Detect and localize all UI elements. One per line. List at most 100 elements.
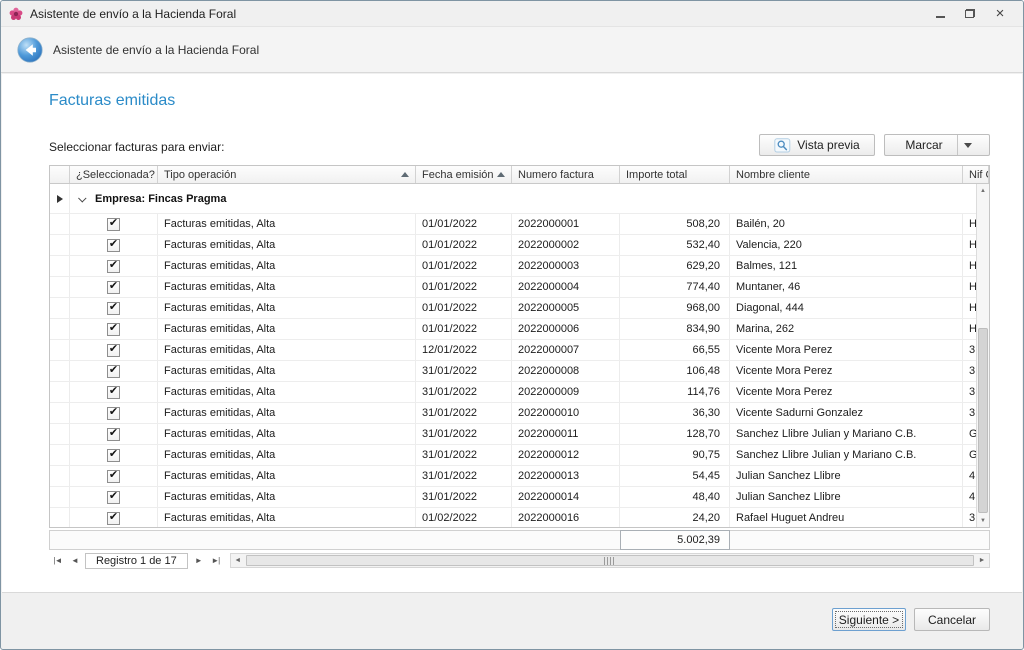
prev-record-button[interactable]: ◄	[66, 553, 83, 569]
collapse-chevron-icon[interactable]	[78, 194, 86, 202]
cell-importe-total: 968,00	[620, 298, 730, 318]
cell-nombre-cliente: Julian Sanchez Llibre	[730, 487, 963, 507]
table-row[interactable]: ✔ Facturas emitidas, Alta 01/01/2022 202…	[50, 235, 989, 256]
dialog-footer: Siguiente > Cancelar	[2, 592, 1022, 648]
table-row[interactable]: ✔ Facturas emitidas, Alta 31/01/2022 202…	[50, 445, 989, 466]
cell-nombre-cliente: Marina, 262	[730, 319, 963, 339]
row-checkbox[interactable]: ✔	[107, 323, 120, 336]
row-checkbox[interactable]: ✔	[107, 344, 120, 357]
column-header-seleccionada[interactable]: ¿Seleccionada?	[70, 166, 158, 183]
row-checkbox[interactable]: ✔	[107, 470, 120, 483]
cell-fecha-emision: 01/01/2022	[416, 214, 512, 234]
header-indicator-cell	[50, 166, 70, 183]
row-checkbox[interactable]: ✔	[107, 218, 120, 231]
horizontal-scroll-thumb[interactable]	[246, 555, 974, 566]
importe-total-sum: 5.002,39	[620, 530, 730, 550]
check-icon: ✔	[109, 365, 118, 376]
next-record-button[interactable]: ►	[190, 553, 207, 569]
last-record-button[interactable]: ►|	[207, 553, 224, 569]
column-header-numero-factura[interactable]: Numero factura	[512, 166, 620, 183]
cell-fecha-emision: 31/01/2022	[416, 487, 512, 507]
column-header-tipo-operacion[interactable]: Tipo operación	[158, 166, 416, 183]
table-row[interactable]: ✔ Facturas emitidas, Alta 01/02/2022 202…	[50, 508, 989, 528]
row-checkbox[interactable]: ✔	[107, 365, 120, 378]
table-row[interactable]: ✔ Facturas emitidas, Alta 01/01/2022 202…	[50, 256, 989, 277]
scroll-grip-icon	[604, 557, 615, 565]
cell-tipo-operacion: Facturas emitidas, Alta	[158, 487, 416, 507]
restore-button[interactable]	[955, 4, 985, 24]
next-button[interactable]: Siguiente >	[832, 608, 906, 631]
row-checkbox[interactable]: ✔	[107, 407, 120, 420]
vertical-scrollbar[interactable]: ▲ ▼	[976, 184, 989, 527]
column-header-importe-total[interactable]: Importe total	[620, 166, 730, 183]
check-icon: ✔	[109, 281, 118, 292]
table-row[interactable]: ✔ Facturas emitidas, Alta 01/01/2022 202…	[50, 277, 989, 298]
table-row[interactable]: ✔ Facturas emitidas, Alta 12/01/2022 202…	[50, 340, 989, 361]
row-indicator-cell	[50, 361, 70, 381]
page-title: Facturas emitidas	[49, 92, 175, 110]
first-record-button[interactable]: |◄	[49, 553, 66, 569]
mark-dropdown[interactable]	[957, 135, 979, 155]
table-row[interactable]: ✔ Facturas emitidas, Alta 31/01/2022 202…	[50, 424, 989, 445]
close-button[interactable]: ×	[985, 4, 1015, 24]
preview-button[interactable]: Vista previa	[759, 134, 875, 156]
cell-importe-total: 66,55	[620, 340, 730, 360]
check-icon: ✔	[109, 239, 118, 250]
cell-nombre-cliente: Sanchez Llibre Julian y Mariano C.B.	[730, 424, 963, 444]
cell-importe-total: 48,40	[620, 487, 730, 507]
table-row[interactable]: ✔ Facturas emitidas, Alta 01/01/2022 202…	[50, 298, 989, 319]
cell-tipo-operacion: Facturas emitidas, Alta	[158, 214, 416, 234]
check-icon: ✔	[109, 218, 118, 229]
row-checkbox[interactable]: ✔	[107, 512, 120, 525]
row-checkbox[interactable]: ✔	[107, 260, 120, 273]
row-checkbox[interactable]: ✔	[107, 386, 120, 399]
cell-numero-factura: 2022000007	[512, 340, 620, 360]
cell-numero-factura: 2022000001	[512, 214, 620, 234]
table-row[interactable]: ✔ Facturas emitidas, Alta 31/01/2022 202…	[50, 382, 989, 403]
restore-icon	[965, 9, 975, 18]
column-header-nif-cliente[interactable]: Nif C	[963, 166, 989, 183]
scroll-right-icon[interactable]: ►	[975, 554, 989, 567]
cell-nombre-cliente: Vicente Mora Perez	[730, 382, 963, 402]
check-icon: ✔	[109, 512, 118, 523]
row-checkbox[interactable]: ✔	[107, 239, 120, 252]
check-icon: ✔	[109, 491, 118, 502]
scroll-left-icon[interactable]: ◄	[231, 554, 245, 567]
row-select-cell: ✔	[70, 214, 158, 234]
row-select-cell: ✔	[70, 508, 158, 528]
table-row[interactable]: ✔ Facturas emitidas, Alta 31/01/2022 202…	[50, 403, 989, 424]
current-row-indicator-cell	[50, 184, 70, 213]
titlebar[interactable]: Asistente de envío a la Hacienda Foral ×	[1, 1, 1023, 27]
table-row[interactable]: ✔ Facturas emitidas, Alta 01/01/2022 202…	[50, 319, 989, 340]
table-row[interactable]: ✔ Facturas emitidas, Alta 31/01/2022 202…	[50, 361, 989, 382]
row-indicator-cell	[50, 403, 70, 423]
column-header-fecha-emision[interactable]: Fecha emisión	[416, 166, 512, 183]
cell-fecha-emision: 12/01/2022	[416, 340, 512, 360]
group-row-empresa[interactable]: Empresa: Fincas Pragma	[50, 184, 989, 214]
cell-fecha-emision: 31/01/2022	[416, 361, 512, 381]
mark-button[interactable]: Marcar	[884, 134, 990, 156]
magnifier-document-icon	[774, 138, 791, 153]
horizontal-scrollbar[interactable]: ◄ ►	[230, 553, 990, 568]
column-header-nombre-cliente[interactable]: Nombre cliente	[730, 166, 963, 183]
back-arrow-icon[interactable]	[17, 37, 43, 63]
scroll-up-icon[interactable]: ▲	[977, 184, 989, 197]
summary-row: 5.002,39	[49, 530, 990, 550]
scroll-down-icon[interactable]: ▼	[977, 514, 989, 527]
table-row[interactable]: ✔ Facturas emitidas, Alta 01/01/2022 202…	[50, 214, 989, 235]
table-row[interactable]: ✔ Facturas emitidas, Alta 31/01/2022 202…	[50, 487, 989, 508]
invoice-grid: ¿Seleccionada? Tipo operación Fecha emis…	[49, 165, 990, 528]
row-checkbox[interactable]: ✔	[107, 449, 120, 462]
row-checkbox[interactable]: ✔	[107, 428, 120, 441]
cell-fecha-emision: 01/01/2022	[416, 277, 512, 297]
row-checkbox[interactable]: ✔	[107, 302, 120, 315]
row-select-cell: ✔	[70, 340, 158, 360]
row-checkbox[interactable]: ✔	[107, 281, 120, 294]
table-row[interactable]: ✔ Facturas emitidas, Alta 31/01/2022 202…	[50, 466, 989, 487]
minimize-button[interactable]	[925, 4, 955, 24]
cancel-button[interactable]: Cancelar	[914, 608, 990, 631]
preview-button-label: Vista previa	[797, 138, 859, 152]
row-checkbox[interactable]: ✔	[107, 491, 120, 504]
sort-ascending-icon	[401, 172, 409, 177]
vertical-scroll-thumb[interactable]	[978, 328, 988, 513]
